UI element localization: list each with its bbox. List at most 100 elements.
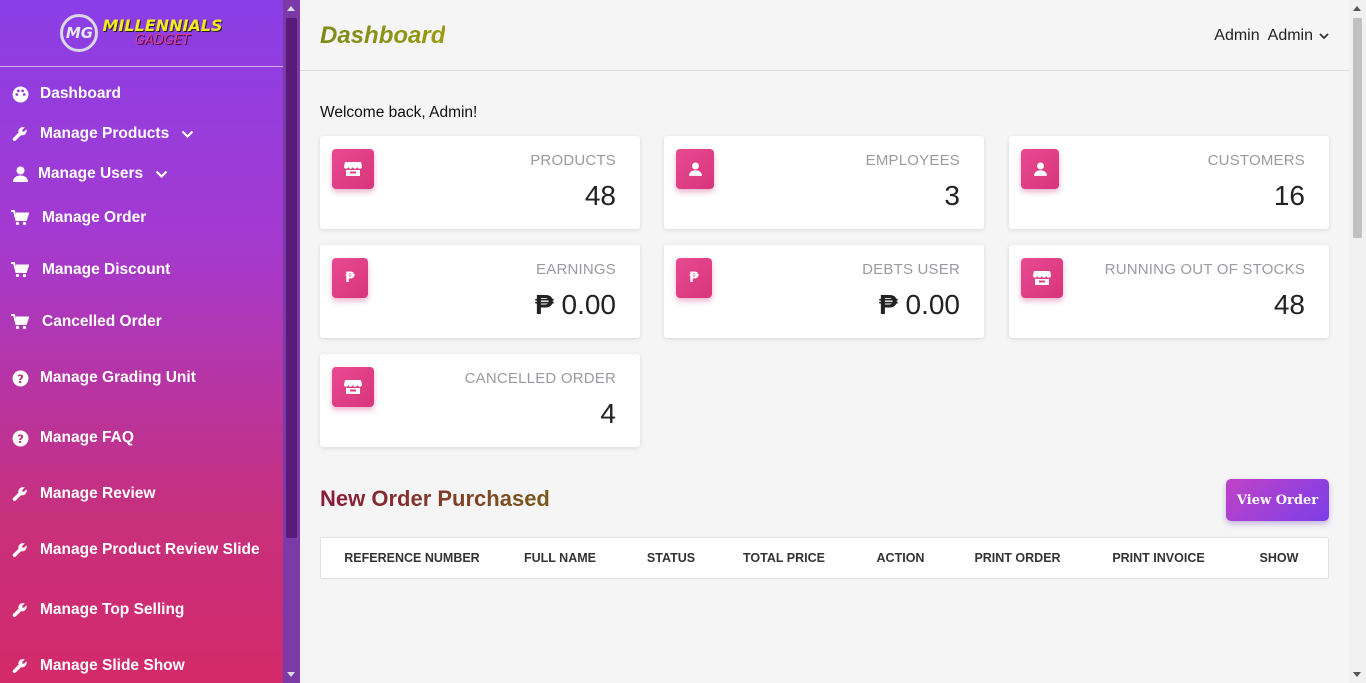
scroll-down-arrow-icon[interactable] [287,672,295,677]
question-circle-icon: ? [11,369,29,387]
sidebar-item-label: Manage FAQ [40,429,134,446]
sidebar-item-manage-discount[interactable]: Manage Discount [0,261,283,279]
stat-value: 48 [1273,289,1305,320]
stat-value: 16 [1273,180,1305,211]
sidebar-item-label: Manage Product Review Slide [40,541,260,558]
column-header[interactable]: PRINT INVOICE [1077,551,1240,565]
chevron-down-icon [155,170,168,179]
palette-icon [11,85,29,103]
stat-amount: 0.00 [905,289,961,320]
wrench-icon [11,125,29,143]
cart-icon [11,209,29,227]
page-title: Dashboard [320,22,446,49]
stat-value: 3 [944,180,960,211]
stat-value: ₱ 0.00 [535,289,616,321]
sidebar-item-manage-review[interactable]: Manage Review [0,485,283,503]
user-icon [1021,149,1059,189]
page-scrollbar[interactable] [1349,0,1366,683]
brand-line2: GADGET [134,33,191,48]
sidebar-item-manage-users[interactable]: Manage Users [0,165,283,183]
scroll-up-arrow-icon[interactable] [1353,6,1361,11]
scroll-up-arrow-icon[interactable] [287,6,295,11]
sidebar-item-manage-products[interactable]: Manage Products [0,125,283,143]
user-icon [676,149,714,189]
stat-label: EARNINGS [536,261,616,278]
question-circle-icon: ? [11,429,29,447]
sidebar-item-label: Manage Grading Unit [40,369,196,386]
brand[interactable]: MG MILLENNIALS GADGET [0,0,283,67]
sidebar-item-label: Manage Users [38,165,144,182]
sidebar-item-label: Manage Slide Show [40,657,185,674]
sidebar-item-label: Manage Review [40,485,156,502]
sidebar-item-label: Dashboard [40,85,121,102]
user-menu[interactable]: Admin Admin [1214,27,1329,45]
store-icon [332,149,374,189]
column-header[interactable]: STATUS [617,551,725,565]
sidebar: MG MILLENNIALS GADGET Dashboard Manage P… [0,0,300,683]
page-scroll-thumb[interactable] [1353,18,1362,238]
column-header[interactable]: ACTION [843,551,958,565]
stat-label: EMPLOYEES [865,152,960,169]
scroll-down-arrow-icon[interactable] [1353,672,1361,677]
currency-symbol: ₱ [879,289,898,320]
stat-amount: 0.00 [561,289,617,320]
sidebar-item-manage-grading-unit[interactable]: ? Manage Grading Unit [0,369,283,387]
orders-table: REFERENCE NUMBER FULL NAME STATUS TOTAL … [320,537,1329,579]
stat-label: CUSTOMERS [1207,152,1305,169]
stat-label: CANCELLED ORDER [464,370,616,387]
sidebar-scrollbar[interactable] [283,0,300,683]
stat-card-products[interactable]: PRODUCTS 48 [320,136,640,229]
sidebar-item-dashboard[interactable]: Dashboard [0,85,283,103]
sidebar-item-label: Cancelled Order [42,313,162,330]
stat-card-debts-user[interactable]: ₱ DEBTS USER ₱ 0.00 [664,245,984,338]
peso-icon: ₱ [676,258,712,298]
store-icon [332,367,374,407]
user-name: Admin Admin [1214,27,1313,44]
sidebar-item-label: Manage Products [40,125,170,142]
sidebar-item-manage-order[interactable]: Manage Order [0,209,283,227]
welcome-message: Welcome back, Admin! [320,104,478,121]
sidebar-item-label: Manage Top Selling [40,601,185,618]
cart-icon [11,313,29,331]
sidebar-scroll-thumb[interactable] [286,18,297,538]
stat-card-employees[interactable]: EMPLOYEES 3 [664,136,984,229]
column-header[interactable]: FULL NAME [503,551,617,565]
wrench-icon [11,657,29,675]
table-header-row: REFERENCE NUMBER FULL NAME STATUS TOTAL … [321,538,1328,578]
stat-card-running-out-of-stocks[interactable]: RUNNING OUT OF STOCKS 48 [1009,245,1329,338]
wrench-icon [11,541,29,559]
section-title-text: New Order Purchased [320,486,550,511]
sidebar-item-cancelled-order[interactable]: Cancelled Order [0,313,283,331]
sidebar-item-label: Manage Order [42,209,147,226]
stat-label: RUNNING OUT OF STOCKS [1104,261,1305,278]
column-header[interactable]: TOTAL PRICE [725,551,843,565]
chevron-down-icon [1319,27,1329,45]
view-order-button[interactable]: View Order [1226,479,1329,521]
user-icon [11,165,29,183]
stat-label: DEBTS USER [862,261,960,278]
sidebar-item-manage-slide-show[interactable]: Manage Slide Show [0,657,283,675]
stat-card-cancelled-order[interactable]: CANCELLED ORDER 4 [320,354,640,447]
svg-text:?: ? [17,371,24,385]
brand-line1: MILLENNIALS [102,16,223,35]
sidebar-item-manage-faq[interactable]: ? Manage FAQ [0,429,283,447]
sidebar-item-manage-product-review-slide[interactable]: Manage Product Review Slide [0,541,283,559]
column-header[interactable]: SHOW [1240,551,1318,565]
svg-text:?: ? [17,431,24,445]
stat-value: 48 [584,180,616,211]
chevron-down-icon [181,130,194,139]
column-header[interactable]: REFERENCE NUMBER [321,551,503,565]
column-header[interactable]: PRINT ORDER [958,551,1077,565]
logo-mark: MG [60,14,99,52]
section-title: New Order Purchased [320,486,550,512]
stat-card-customers[interactable]: CUSTOMERS 16 [1009,136,1329,229]
sidebar-item-label: Manage Discount [42,261,171,278]
stat-value: 4 [600,398,616,429]
stat-card-earnings[interactable]: ₱ EARNINGS ₱ 0.00 [320,245,640,338]
currency-symbol: ₱ [535,289,554,320]
logo: MG MILLENNIALS GADGET [60,14,223,52]
sidebar-item-manage-top-selling[interactable]: Manage Top Selling [0,601,283,619]
peso-icon: ₱ [332,258,368,298]
stat-label: PRODUCTS [530,152,616,169]
top-header: Dashboard Admin Admin [300,0,1349,71]
